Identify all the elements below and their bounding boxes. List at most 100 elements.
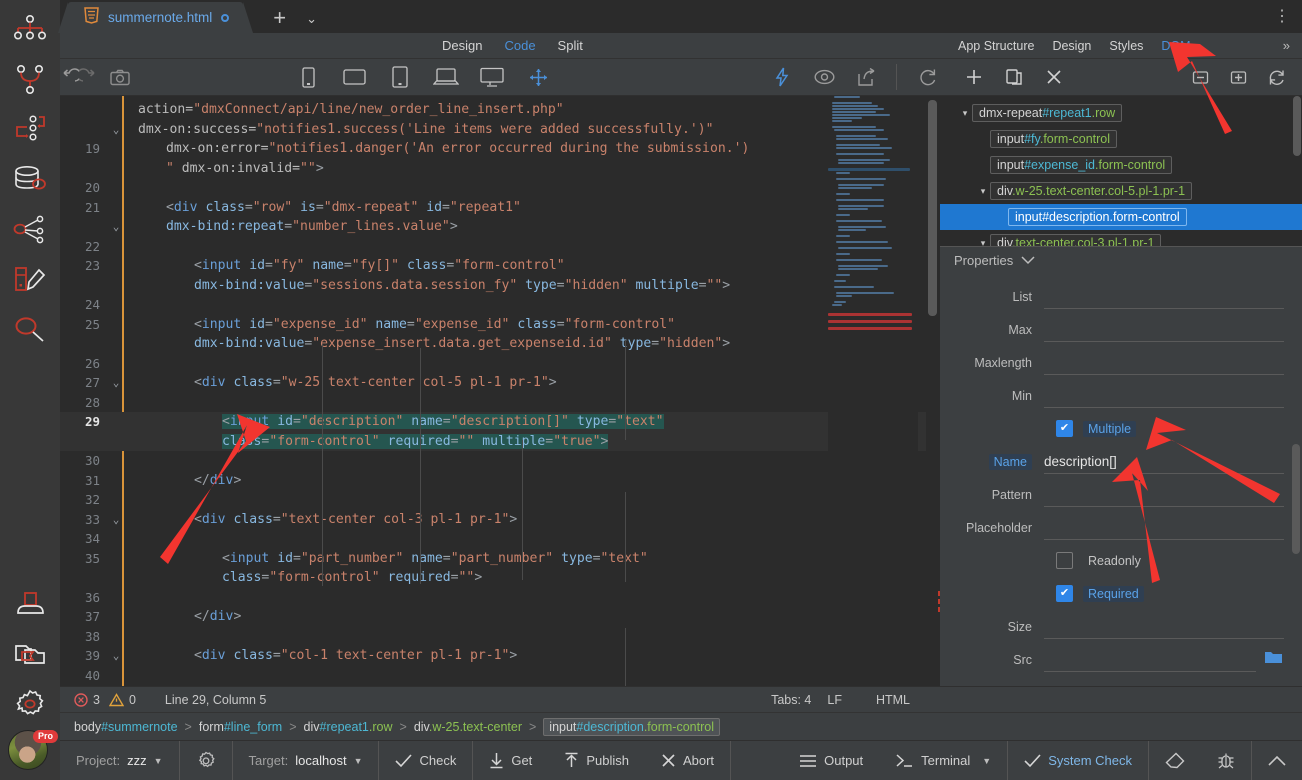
clear-output-button[interactable] <box>1149 741 1201 780</box>
redo-icon[interactable] <box>79 59 98 95</box>
breadcrumb-item[interactable]: div#repeat1.row <box>304 720 393 734</box>
line-ending[interactable]: LF <box>827 693 842 707</box>
refresh-dom-icon[interactable] <box>1258 59 1294 95</box>
search-icon[interactable] <box>6 306 54 354</box>
terminal-button[interactable]: Terminal <box>879 741 976 780</box>
fold-toggle-icon[interactable]: ⌄ <box>108 373 124 393</box>
collapse-panel-button[interactable] <box>1252 741 1302 780</box>
code-line[interactable]: 37 </div> <box>60 607 940 627</box>
desktop-icon[interactable] <box>474 59 510 95</box>
dom-node-selected[interactable]: input#description.form-control <box>940 204 1302 230</box>
code-line[interactable]: 39 ⌄ <div class="col-1 text-center pl-1 pr… <box>60 646 940 666</box>
plus-icon[interactable] <box>956 59 992 95</box>
property-checkbox-row[interactable]: Multiple <box>940 412 1302 445</box>
tab-list-chevron-icon[interactable]: ⌄ <box>306 11 317 33</box>
panel-tab-styles[interactable]: Styles <box>1109 39 1143 53</box>
fold-toggle-icon[interactable]: ⌄ <box>108 217 124 237</box>
settings-icon[interactable] <box>6 680 54 728</box>
system-check-button[interactable]: System Check <box>1008 741 1148 780</box>
code-line[interactable]: action="dmxConnect/api/line/new_order_li… <box>60 100 940 120</box>
code-line[interactable]: 27 ⌄ <div class="w-25 text-center col-5 pl… <box>60 373 940 393</box>
code-line[interactable]: 32 <box>60 490 940 510</box>
code-line[interactable]: 19 dmx-on:error="notifies1.danger('An err… <box>60 139 940 159</box>
code-line[interactable]: ⌄ dmx-on:success="notifies1.success('Line… <box>60 120 940 140</box>
breadcrumb-item[interactable]: input#description.form-control <box>543 717 720 736</box>
view-tab-design[interactable]: Design <box>442 38 482 53</box>
tablet-landscape-icon[interactable] <box>336 59 372 95</box>
code-line[interactable]: 23 <input id="fy" name="fy[]" class="form… <box>60 256 940 276</box>
app-structure-icon[interactable] <box>6 6 54 54</box>
checkbox-readonly[interactable] <box>1056 552 1073 569</box>
checkbox-multiple[interactable] <box>1056 420 1073 437</box>
editor-scrollbar-thumb[interactable] <box>928 100 937 316</box>
get-button[interactable]: Get <box>473 741 548 780</box>
undo-icon[interactable] <box>60 59 79 95</box>
code-line[interactable]: 35 <input id="part_number" name="part_num… <box>60 549 940 569</box>
laptop-icon[interactable] <box>428 59 464 95</box>
api-icon[interactable] <box>6 206 54 254</box>
code-line[interactable]: ⌄ dmx-bind:repeat="number_lines.value"> <box>60 217 940 237</box>
code-line[interactable]: dmx-bind:value="expense_insert.data.get_… <box>60 334 940 354</box>
close-icon[interactable] <box>1036 59 1072 95</box>
code-line[interactable]: 30 <box>60 451 940 471</box>
code-lines[interactable]: action="dmxConnect/api/line/new_order_li… <box>60 96 940 686</box>
chevron-down-icon[interactable]: ▼ <box>354 756 363 766</box>
database-icon[interactable] <box>6 156 54 204</box>
project-selector[interactable]: Project: zzz ▼ <box>60 741 179 780</box>
code-line[interactable]: 21 <div class="row" is="dmx-repeat" id="r… <box>60 198 940 218</box>
expand-all-icon[interactable] <box>1220 59 1256 95</box>
dom-node[interactable]: input#expense_id.form-control <box>940 152 1302 178</box>
dom-tree[interactable]: ▾ dmx-repeat#repeat1.row input#fy.form-con… <box>940 96 1302 246</box>
property-input-min[interactable] <box>1044 384 1284 408</box>
property-input-maxlength[interactable] <box>1044 351 1284 375</box>
new-tab-button[interactable]: + <box>267 7 292 33</box>
property-input-src[interactable] <box>1044 648 1256 672</box>
chevron-down-icon[interactable]: ▼ <box>154 756 163 766</box>
share-icon[interactable] <box>848 59 884 95</box>
language-mode[interactable]: HTML <box>876 693 910 707</box>
resize-icon[interactable] <box>520 59 556 95</box>
lightning-icon[interactable] <box>764 59 800 95</box>
panel-tab-app-structure[interactable]: App Structure <box>958 39 1034 53</box>
chevron-down-icon[interactable] <box>1021 252 1035 270</box>
code-line[interactable]: 28 <box>60 393 940 413</box>
property-input-size[interactable] <box>1044 615 1284 639</box>
code-line[interactable]: class="form-control" required="" multipl… <box>60 431 940 451</box>
camera-icon[interactable] <box>110 59 130 95</box>
panel-tabs-overflow-icon[interactable]: » <box>1283 38 1290 53</box>
property-checkbox-row[interactable]: Readonly <box>940 544 1302 577</box>
property-input-placeholder[interactable] <box>1044 516 1284 540</box>
code-line[interactable]: dmx-bind:value="sessions.data.session_fy… <box>60 276 940 296</box>
eye-icon[interactable] <box>806 59 842 95</box>
abort-button[interactable]: Abort <box>645 741 730 780</box>
property-input-step[interactable] <box>1044 681 1284 687</box>
property-checkbox-row[interactable]: Required <box>940 577 1302 610</box>
dom-node[interactable]: ▾ div.text-center.col-3.pl-1.pr-1 <box>940 230 1302 246</box>
duplicate-icon[interactable] <box>996 59 1032 95</box>
terminal-dropdown[interactable]: ▼ <box>976 741 1007 780</box>
code-line[interactable]: 38 <box>60 627 940 647</box>
properties-list[interactable]: List Max Maxlength Min Multiple Namedescripti… <box>940 274 1302 686</box>
warning-count[interactable]: 0 <box>108 693 136 707</box>
code-line[interactable]: 33 ⌄ <div class="text-center col-3 pl-1 pr… <box>60 510 940 530</box>
output-button[interactable]: Output <box>783 741 879 780</box>
code-line[interactable]: 36 <box>60 588 940 608</box>
chevron-down-icon[interactable]: ▼ <box>982 756 991 766</box>
code-line[interactable]: " dmx-on:invalid=""> <box>60 159 940 179</box>
target-selector[interactable]: Target: localhost ▼ <box>233 741 379 780</box>
dom-expand-icon[interactable]: ▾ <box>976 186 990 197</box>
code-line[interactable]: 22 <box>60 237 940 257</box>
properties-scrollbar-thumb[interactable] <box>1292 444 1300 554</box>
breadcrumb-item[interactable]: div.w-25.text-center <box>414 720 522 734</box>
dom-node[interactable]: input#fy.form-control <box>940 126 1302 152</box>
code-line[interactable]: 41 <input id="unit_meas" name="unit_meas"… <box>60 685 940 686</box>
code-line[interactable]: 34 <box>60 529 940 549</box>
code-line[interactable]: 20 <box>60 178 940 198</box>
fold-toggle-icon[interactable]: ⌄ <box>108 120 124 140</box>
checkbox-required[interactable] <box>1056 585 1073 602</box>
properties-scrollbar[interactable] <box>1292 274 1300 686</box>
server-connect-icon[interactable] <box>6 106 54 154</box>
code-line[interactable]: 24 <box>60 295 940 315</box>
property-input-max[interactable] <box>1044 318 1284 342</box>
extensions-icon[interactable] <box>6 580 54 628</box>
